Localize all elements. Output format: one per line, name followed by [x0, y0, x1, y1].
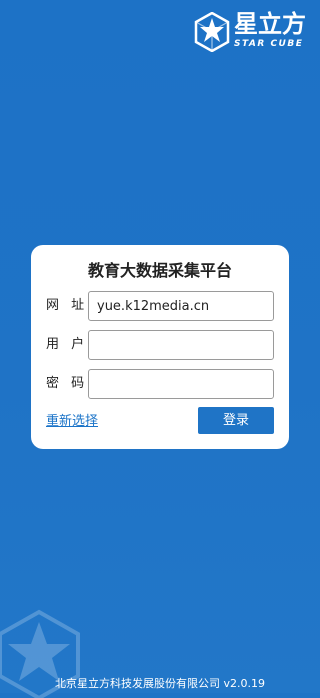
login-screen: 星立方 STAR CUBE 教育大数据采集平台 网 址 用 户 密 码 重新选择… — [0, 0, 320, 698]
url-input[interactable] — [88, 291, 274, 321]
cube-star-icon — [194, 12, 230, 52]
logo-name-cn: 星立方 — [234, 10, 306, 38]
password-input[interactable] — [88, 369, 274, 399]
logo-name-en: STAR CUBE — [234, 39, 304, 49]
login-button[interactable]: 登录 — [198, 407, 274, 434]
url-label: 网 址 — [46, 298, 89, 313]
username-label: 用 户 — [46, 337, 89, 352]
platform-title: 教育大数据采集平台 — [87, 261, 232, 280]
password-label: 密 码 — [46, 376, 89, 391]
username-row: 用 户 — [31, 330, 289, 360]
footer-copyright: 北京星立方科技发展股份有限公司 v2.0.19 — [55, 677, 265, 690]
url-row: 网 址 — [31, 291, 289, 321]
username-input[interactable] — [88, 330, 274, 360]
reselect-link[interactable]: 重新选择 — [46, 413, 98, 431]
password-row: 密 码 — [31, 369, 289, 399]
star-cube-logo: 星立方 STAR CUBE — [194, 8, 312, 56]
login-card: 教育大数据采集平台 网 址 用 户 密 码 重新选择 登录 — [31, 245, 289, 449]
